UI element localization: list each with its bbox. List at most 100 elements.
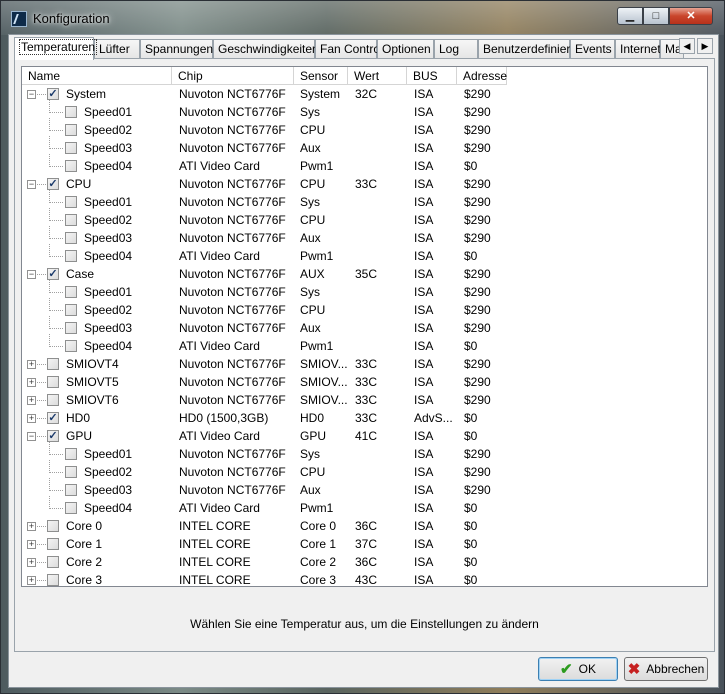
sensor-checkbox[interactable] — [65, 232, 77, 244]
sensor-checkbox[interactable] — [47, 574, 59, 586]
tree-item[interactable]: + Core 0 INTEL CORE Core 0 36C ISA $0 — [22, 517, 707, 535]
sensor-checkbox[interactable] — [65, 322, 77, 334]
tree-subitem[interactable]: Speed04 ATI Video Card Pwm1 ISA $0 — [22, 334, 707, 355]
sensor-checkbox[interactable] — [65, 286, 77, 298]
sensor-checkbox[interactable]: ✓ — [47, 178, 59, 190]
sensor-checkbox[interactable] — [65, 160, 77, 172]
tree-subitem[interactable]: Speed04 ATI Video Card Pwm1 ISA $0 — [22, 154, 707, 175]
sensor-checkbox[interactable] — [65, 340, 77, 352]
maximize-button[interactable]: □ — [643, 7, 669, 25]
tree-item[interactable]: + Core 1 INTEL CORE Core 1 37C ISA $0 — [22, 535, 707, 553]
tree-item[interactable]: + Core 2 INTEL CORE Core 2 36C ISA $0 — [22, 553, 707, 571]
sensor-checkbox[interactable] — [65, 502, 77, 514]
tree-subitem[interactable]: Speed04 ATI Video Card Pwm1 ISA $0 — [22, 496, 707, 517]
sensor-checkbox[interactable] — [65, 106, 77, 118]
expand-plus-icon[interactable]: + — [27, 576, 36, 585]
sensor-checkbox[interactable] — [47, 394, 59, 406]
tree-item[interactable]: − ✓ System Nuvoton NCT6776F System 32C ISA $290 — [22, 85, 707, 103]
close-button[interactable]: ✕ — [669, 7, 713, 25]
sensor-checkbox[interactable] — [65, 484, 77, 496]
sensor-checkbox[interactable] — [65, 466, 77, 478]
ok-button[interactable]: ✔ OK — [538, 657, 618, 681]
sensor-checkbox[interactable] — [47, 556, 59, 568]
tree-subitem[interactable]: Speed01 Nuvoton NCT6776F Sys ISA $290 — [22, 190, 707, 211]
tab-label: Spannungen — [145, 42, 214, 56]
cell-bus: ISA — [414, 537, 434, 551]
sensor-checkbox[interactable] — [47, 520, 59, 532]
tree-subitem[interactable]: Speed03 Nuvoton NCT6776F Aux ISA $290 — [22, 226, 707, 247]
tree-subitem[interactable]: Speed02 Nuvoton NCT6776F CPU ISA $290 — [22, 208, 707, 229]
tab-events[interactable]: Events — [570, 39, 615, 59]
tab-log[interactable]: Log — [434, 39, 478, 59]
tree-item[interactable]: − ✓ CPU Nuvoton NCT6776F CPU 33C ISA $290 — [22, 175, 707, 193]
tree-subitem[interactable]: Speed02 Nuvoton NCT6776F CPU ISA $290 — [22, 118, 707, 139]
column-header-sensor[interactable]: Sensor — [294, 67, 348, 85]
column-header-adresse[interactable]: Adresse — [457, 67, 507, 85]
tab-scroll-right-icon[interactable]: ▶ — [697, 38, 713, 54]
sensor-name: System — [66, 87, 107, 101]
tab-spannungen[interactable]: Spannungen — [140, 39, 213, 59]
tree-subitem[interactable]: Speed03 Nuvoton NCT6776F Aux ISA $290 — [22, 316, 707, 337]
tree-connector — [49, 310, 63, 311]
expand-plus-icon[interactable]: + — [27, 396, 36, 405]
tree-subitem[interactable]: Speed01 Nuvoton NCT6776F Sys ISA $290 — [22, 442, 707, 463]
tree-subitem[interactable]: Speed02 Nuvoton NCT6776F CPU ISA $290 — [22, 460, 707, 481]
expand-plus-icon[interactable]: + — [27, 378, 36, 387]
tab-geschwindigkeiten[interactable]: Geschwindigkeiten — [213, 39, 319, 59]
sensor-checkbox[interactable] — [65, 250, 77, 262]
collapse-minus-icon[interactable]: − — [27, 432, 36, 441]
sensor-checkbox[interactable] — [65, 448, 77, 460]
tab-lüfter[interactable]: Lüfter — [94, 39, 140, 59]
tab-fan-control[interactable]: Fan Control — [315, 39, 383, 59]
collapse-minus-icon[interactable]: − — [27, 90, 36, 99]
expand-plus-icon[interactable]: + — [27, 414, 36, 423]
expand-plus-icon[interactable]: + — [27, 540, 36, 549]
sensor-checkbox[interactable] — [47, 358, 59, 370]
collapse-minus-icon[interactable]: − — [27, 180, 36, 189]
tab-benutzerdefiniert[interactable]: Benutzerdefiniert — [478, 39, 574, 59]
sensor-checkbox[interactable]: ✓ — [47, 412, 59, 424]
tree-subitem[interactable]: Speed02 Nuvoton NCT6776F CPU ISA $290 — [22, 298, 707, 319]
tree-item[interactable]: − ✓ Case Nuvoton NCT6776F AUX 35C ISA $290 — [22, 265, 707, 283]
tab-temperaturen[interactable]: Temperaturen — [14, 37, 98, 60]
minimize-button[interactable]: ▁ — [617, 7, 643, 25]
cancel-button[interactable]: ✖ Abbrechen — [624, 657, 708, 681]
expand-plus-icon[interactable]: + — [27, 558, 36, 567]
tree-subitem[interactable]: Speed03 Nuvoton NCT6776F Aux ISA $290 — [22, 478, 707, 499]
tab-internet[interactable]: Internet — [615, 39, 661, 59]
sensor-checkbox[interactable] — [65, 304, 77, 316]
sensor-checkbox[interactable] — [65, 124, 77, 136]
tree-item[interactable]: + ✓ HD0 HD0 (1500,3GB) HD0 33C AdvS... $0 — [22, 409, 707, 427]
sensor-checkbox[interactable]: ✓ — [47, 88, 59, 100]
tree-subitem[interactable]: Speed01 Nuvoton NCT6776F Sys ISA $290 — [22, 280, 707, 301]
sensor-checkbox[interactable] — [47, 376, 59, 388]
sensor-checkbox[interactable] — [65, 142, 77, 154]
sensor-checkbox[interactable] — [65, 214, 77, 226]
tab-strip: Temperaturen Lüfter Spannungen Geschwindigk… — [14, 37, 694, 60]
column-header-wert[interactable]: Wert — [348, 67, 407, 85]
tree-subitem[interactable]: Speed04 ATI Video Card Pwm1 ISA $0 — [22, 244, 707, 265]
column-header-chip[interactable]: Chip — [172, 67, 294, 85]
tree-item[interactable]: + SMIOVT5 Nuvoton NCT6776F SMIOV... 33C ISA $2… — [22, 373, 707, 391]
collapse-minus-icon[interactable]: − — [27, 270, 36, 279]
tree-subitem[interactable]: Speed03 Nuvoton NCT6776F Aux ISA $290 — [22, 136, 707, 157]
expand-plus-icon[interactable]: + — [27, 360, 36, 369]
tree-item[interactable]: + SMIOVT4 Nuvoton NCT6776F SMIOV... 33C ISA $2… — [22, 355, 707, 373]
tab-scroll-left-icon[interactable]: ◀ — [679, 38, 695, 54]
tree-item[interactable]: + Core 3 INTEL CORE Core 3 43C ISA $0 — [22, 571, 707, 586]
sensor-checkbox[interactable]: ✓ — [47, 268, 59, 280]
tree-item[interactable]: − ✓ GPU ATI Video Card GPU 41C ISA $0 — [22, 427, 707, 445]
sensor-list[interactable]: Name Chip Sensor Wert BUS Adresse − ✓ System Nuv… — [21, 66, 708, 587]
sensor-checkbox[interactable] — [65, 196, 77, 208]
cell-bus: ISA — [414, 177, 434, 191]
sensor-checkbox[interactable]: ✓ — [47, 430, 59, 442]
tab-optionen[interactable]: Optionen — [377, 39, 434, 59]
column-header-bus[interactable]: BUS — [407, 67, 457, 85]
cell-sensor: Core 2 — [300, 555, 337, 569]
tree-subitem[interactable]: Speed01 Nuvoton NCT6776F Sys ISA $290 — [22, 100, 707, 121]
tree-item[interactable]: + SMIOVT6 Nuvoton NCT6776F SMIOV... 33C ISA $2… — [22, 391, 707, 409]
title-bar[interactable]: Konfiguration ▁ □ ✕ — [1, 1, 724, 35]
sensor-checkbox[interactable] — [47, 538, 59, 550]
expand-plus-icon[interactable]: + — [27, 522, 36, 531]
column-header-name[interactable]: Name — [22, 67, 172, 85]
